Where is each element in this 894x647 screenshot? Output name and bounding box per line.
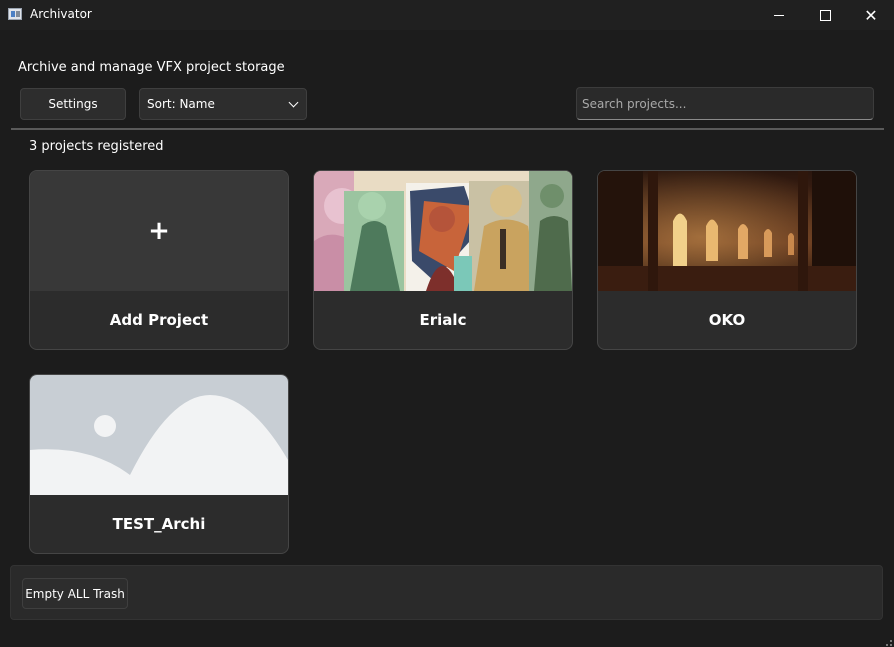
project-count: 3 projects registered	[29, 139, 164, 154]
minimize-button[interactable]	[756, 0, 802, 30]
app-icon	[8, 8, 22, 20]
project-thumbnail-erialc	[314, 171, 572, 291]
sort-dropdown[interactable]: Sort: Name	[139, 88, 307, 120]
project-thumbnail-oko	[598, 171, 856, 291]
window-title: Archivator	[30, 7, 92, 21]
project-name-test-archi: TEST_Archi	[112, 515, 206, 533]
page-subtitle: Archive and manage VFX project storage	[18, 60, 285, 75]
image-placeholder-icon	[30, 375, 288, 495]
sort-selected-value: Sort: Name	[147, 97, 215, 111]
maximize-button[interactable]	[802, 0, 848, 30]
search-input[interactable]	[576, 87, 874, 120]
project-name-erialc: Erialc	[419, 311, 467, 329]
project-card-erialc[interactable]: Erialc	[313, 170, 573, 350]
settings-button[interactable]: Settings	[20, 88, 126, 120]
title-bar: Archivator ✕	[0, 0, 894, 30]
project-card-oko[interactable]: OKO	[597, 170, 857, 350]
add-project-label: Add Project	[109, 311, 209, 329]
close-button[interactable]: ✕	[848, 0, 894, 30]
bottom-toolbar	[10, 565, 883, 620]
resize-grip-icon[interactable]	[886, 640, 892, 646]
minimize-icon	[774, 14, 784, 16]
add-project-card[interactable]: + Add Project	[29, 170, 289, 350]
add-project-thumbnail: +	[30, 171, 288, 291]
divider	[11, 128, 884, 130]
plus-icon: +	[148, 216, 170, 246]
empty-all-trash-button[interactable]: Empty ALL Trash	[22, 578, 128, 609]
project-card-test-archi[interactable]: TEST_Archi	[29, 374, 289, 554]
close-icon: ✕	[864, 5, 878, 25]
maximize-icon	[819, 9, 831, 21]
project-name-oko: OKO	[708, 311, 746, 329]
chevron-down-icon	[288, 97, 299, 108]
